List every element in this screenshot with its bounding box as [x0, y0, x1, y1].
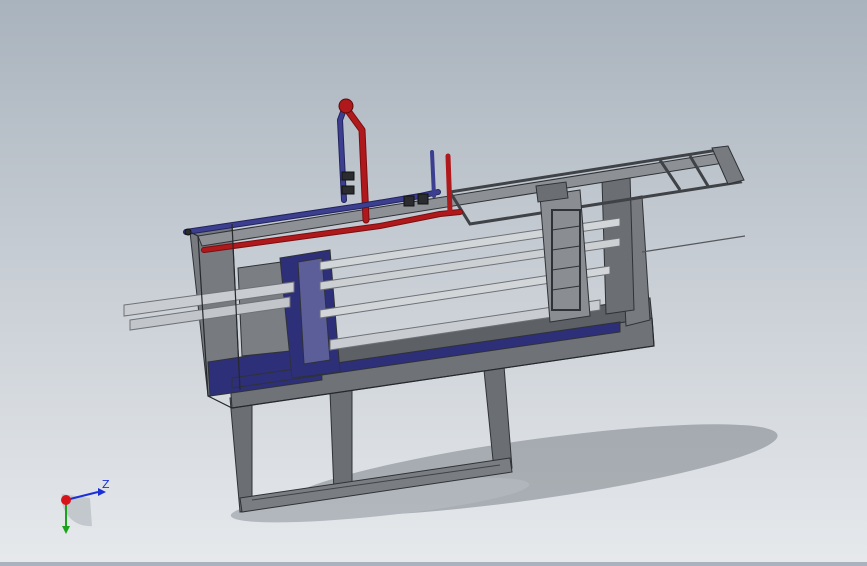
- triad-graphic: Z: [61, 478, 110, 534]
- z-axis-label: Z: [102, 478, 110, 491]
- x-axis-dot: [61, 495, 71, 505]
- model-view: [123, 98, 778, 523]
- cad-viewport[interactable]: Z: [0, 0, 867, 562]
- y-arrow: [62, 526, 70, 534]
- clamp-assembly: [535, 181, 591, 323]
- top-rail: [197, 145, 745, 247]
- orientation-triad[interactable]: Z: [50, 474, 120, 544]
